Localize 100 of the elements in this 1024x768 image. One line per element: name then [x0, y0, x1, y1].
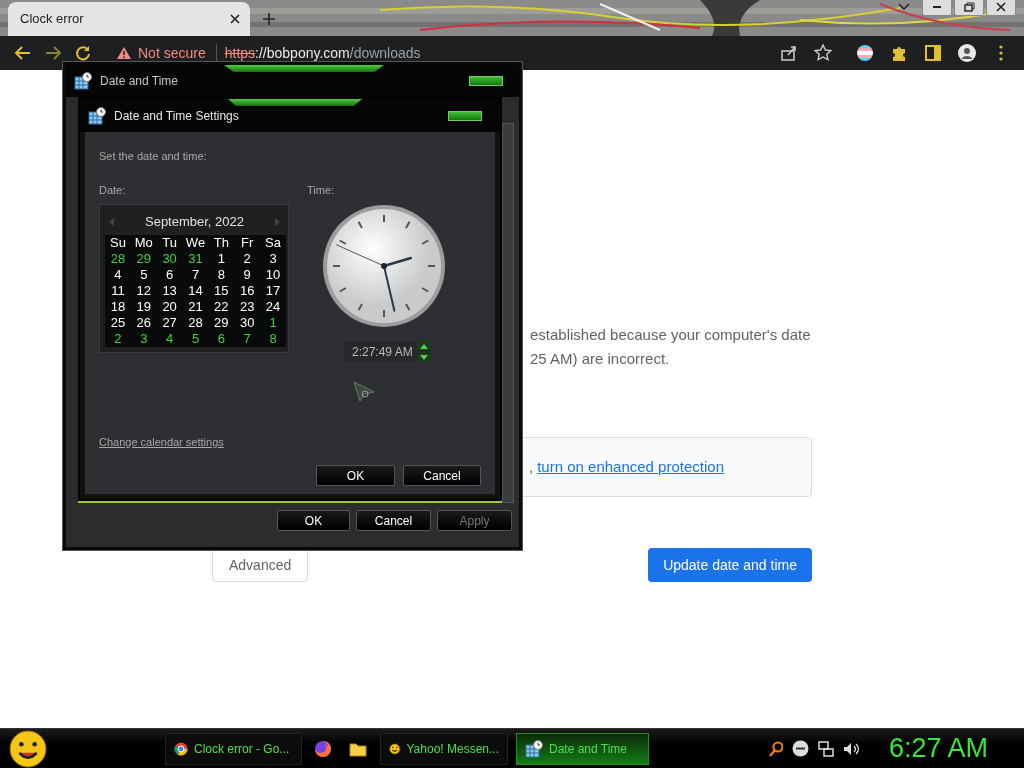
calendar-day[interactable]: 18: [105, 299, 131, 315]
avatar-icon: [958, 44, 976, 62]
menu-icon: [999, 45, 1003, 61]
calendar-day[interactable]: 30: [156, 251, 183, 267]
reload-icon: [74, 44, 92, 62]
smiley-icon[interactable]: [791, 740, 809, 757]
warning-icon: [116, 46, 132, 60]
clock-calendar-icon: [88, 106, 106, 125]
taskbar-button[interactable]: Clock error - Go...: [165, 732, 302, 765]
calendar-day[interactable]: 14: [182, 283, 209, 299]
window-title: Date and Time: [100, 73, 179, 90]
url-text[interactable]: https://bobpony.com/downloads: [216, 42, 421, 64]
restore-icon: [963, 2, 975, 12]
share-icon: [780, 44, 798, 62]
message-text: 25 AM) are incorrect.: [530, 349, 671, 369]
network-icon[interactable]: [817, 740, 834, 757]
calendar-day[interactable]: 6: [208, 331, 235, 347]
calendar-day[interactable]: 27: [156, 315, 183, 331]
calendar-day[interactable]: 28: [182, 315, 209, 331]
close-button[interactable]: [986, 0, 1016, 16]
calendar-day[interactable]: 19: [130, 299, 157, 315]
ok-button[interactable]: OK: [277, 510, 350, 531]
weekday-label: Sa: [264, 235, 282, 251]
close-button[interactable]: [448, 110, 482, 121]
calendar-day[interactable]: 12: [130, 283, 157, 299]
smiley-icon: [9, 729, 47, 768]
calendar-settings-link[interactable]: Change calendar settings: [99, 435, 224, 448]
calendar-day[interactable]: 3: [260, 251, 286, 267]
time-label: Time:: [307, 182, 336, 198]
calendar-day[interactable]: 30: [234, 315, 261, 331]
calendar-day[interactable]: 10: [260, 267, 286, 283]
browser-tab[interactable]: Clock error: [8, 2, 250, 36]
restore-button[interactable]: [954, 0, 984, 16]
calendar-day[interactable]: 5: [130, 267, 157, 283]
calendar-day[interactable]: 1: [260, 315, 286, 331]
calendar-day[interactable]: 29: [130, 251, 157, 267]
calendar-day[interactable]: 3: [130, 331, 157, 347]
cursor-icon: [352, 380, 376, 402]
cancel-button[interactable]: Cancel: [356, 510, 431, 531]
calendar-day[interactable]: 8: [260, 331, 286, 347]
calendar-day[interactable]: 29: [208, 315, 235, 331]
ok-button[interactable]: OK: [316, 465, 395, 486]
calendar-day[interactable]: 7: [182, 267, 209, 283]
start-button[interactable]: [7, 728, 49, 768]
calendar-day[interactable]: 25: [105, 315, 131, 331]
calendar-day[interactable]: 4: [105, 267, 131, 283]
taskbar-button[interactable]: Date and Time: [516, 732, 649, 765]
weekday-label: We: [184, 235, 207, 251]
instruction-text: Set the date and time:: [99, 149, 208, 164]
update-button[interactable]: Update date and time: [648, 548, 812, 582]
search-icon[interactable]: [768, 740, 783, 757]
striped-circle-icon: [856, 44, 874, 62]
sidebar-icon: [924, 44, 942, 62]
star-icon: [814, 44, 832, 62]
weekday-label: Tu: [161, 235, 178, 251]
calendar-day[interactable]: 11: [105, 283, 131, 299]
up-icon: [420, 343, 428, 349]
calendar-day[interactable]: 28: [105, 251, 131, 267]
calendar-day[interactable]: 17: [260, 283, 286, 299]
calendar-day[interactable]: 23: [234, 299, 261, 315]
calendar-day[interactable]: 22: [208, 299, 235, 315]
calendar-day[interactable]: 20: [156, 299, 183, 315]
calendar-day[interactable]: 2: [234, 251, 261, 267]
tab-title: Clock error: [20, 10, 85, 29]
forward-icon: [44, 44, 62, 62]
calendar-day[interactable]: 7: [234, 331, 261, 347]
back-icon: [14, 44, 32, 62]
enhanced-protection-link[interactable]: turn on enhanced protection: [537, 455, 724, 479]
time-field[interactable]: 2:27:49 AM: [344, 341, 431, 362]
month-title[interactable]: September, 2022: [145, 212, 244, 232]
spin-up-button[interactable]: [417, 341, 431, 351]
close-icon: [996, 2, 1006, 12]
volume-icon[interactable]: [842, 741, 860, 756]
smiley-icon: [389, 740, 401, 757]
taskbar-button[interactable]: Yahoo! Messen...: [380, 732, 508, 765]
weekday-label: Su: [108, 235, 127, 251]
calendar-day[interactable]: 8: [208, 267, 235, 283]
weekday-label: Fr: [240, 235, 255, 251]
close-icon[interactable]: [230, 14, 240, 24]
browser-icon: [174, 741, 188, 756]
calendar-day[interactable]: 2: [105, 331, 131, 347]
calendar-day[interactable]: 15: [208, 283, 235, 299]
calendar-day[interactable]: 16: [234, 283, 261, 299]
calendar-day[interactable]: 13: [156, 283, 183, 299]
calendar-day[interactable]: 4: [156, 331, 183, 347]
calendar-day[interactable]: 26: [130, 315, 157, 331]
caret-icon[interactable]: [898, 3, 910, 11]
calendar-day[interactable]: 21: [182, 299, 209, 315]
calendar-day[interactable]: 31: [182, 251, 209, 267]
taskbar-clock[interactable]: 6:27 AM: [888, 728, 988, 768]
clock-calendar-icon: [525, 739, 543, 758]
spin-down-button[interactable]: [417, 352, 431, 362]
calendar-day[interactable]: 6: [156, 267, 183, 283]
minimize-button[interactable]: [922, 0, 952, 16]
cancel-button[interactable]: Cancel: [403, 465, 481, 486]
calendar-day[interactable]: 9: [234, 267, 261, 283]
clock-calendar-icon: [74, 72, 92, 90]
calendar-day[interactable]: 1: [208, 251, 235, 267]
calendar-day[interactable]: 5: [182, 331, 209, 347]
calendar-day[interactable]: 24: [260, 299, 286, 315]
